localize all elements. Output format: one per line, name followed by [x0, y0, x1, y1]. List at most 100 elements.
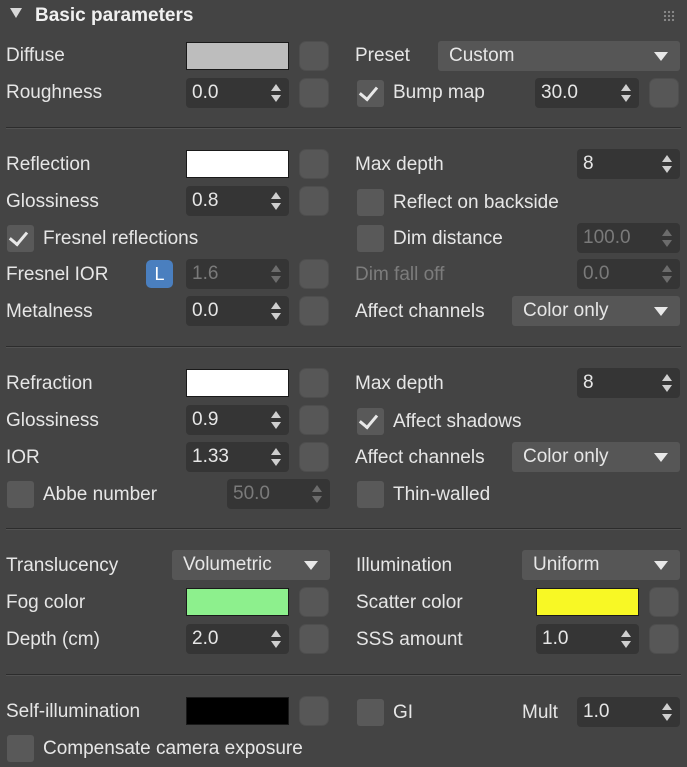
spinner-down-icon[interactable] — [271, 422, 281, 429]
spinner-down-icon[interactable] — [621, 95, 631, 102]
refl-max-depth-value: 8 — [583, 153, 594, 174]
self-illumination-map-button[interactable] — [299, 696, 329, 726]
sss-amount-value: 1.0 — [542, 628, 569, 649]
fresnel-ior-map-button[interactable] — [299, 259, 329, 289]
refl-max-depth-spinner[interactable]: 8 — [577, 149, 680, 179]
translucency-dropdown[interactable]: Volumetric — [172, 550, 330, 580]
depth-spinner[interactable]: 2.0 — [186, 624, 289, 654]
spinner-up-icon[interactable] — [271, 630, 281, 637]
spinner-down-icon[interactable] — [312, 496, 322, 503]
self-illumination-color-swatch[interactable] — [186, 697, 289, 725]
ior-label: IOR — [6, 447, 40, 468]
affect-shadows-checkbox[interactable] — [357, 408, 384, 435]
refraction-color-swatch[interactable] — [186, 369, 289, 397]
drag-grip-icon[interactable] — [663, 10, 675, 22]
spinner-down-icon[interactable] — [662, 240, 672, 247]
refr-max-depth-spinner[interactable]: 8 — [577, 368, 680, 398]
refraction-map-button[interactable] — [299, 368, 329, 398]
refr-glossiness-map-button[interactable] — [299, 405, 329, 435]
spinner-up-icon[interactable] — [271, 448, 281, 455]
abbe-spinner[interactable]: 50.0 — [227, 479, 330, 509]
refl-max-depth-label: Max depth — [355, 154, 444, 175]
ior-map-button[interactable] — [299, 442, 329, 472]
spinner-up-icon[interactable] — [662, 229, 672, 236]
chevron-down-icon — [654, 52, 668, 61]
refl-glossiness-spinner[interactable]: 0.8 — [186, 186, 289, 216]
refl-affect-channels-dropdown[interactable]: Color only — [512, 296, 680, 326]
thin-walled-checkbox[interactable] — [357, 481, 384, 508]
spinner-down-icon[interactable] — [271, 641, 281, 648]
spinner-down-icon[interactable] — [662, 276, 672, 283]
spinner-down-icon[interactable] — [621, 641, 631, 648]
scatter-color-swatch[interactable] — [536, 588, 639, 616]
mult-spinner[interactable]: 1.0 — [577, 697, 680, 727]
fresnel-ior-spinner[interactable]: 1.6 — [186, 259, 289, 289]
rollout-header[interactable]: Basic parameters — [0, 0, 687, 34]
spinner-up-icon[interactable] — [271, 302, 281, 309]
spinner-up-icon[interactable] — [621, 84, 631, 91]
fog-color-map-button[interactable] — [299, 587, 329, 617]
preset-label: Preset — [355, 45, 410, 66]
spinner-up-icon[interactable] — [312, 485, 322, 492]
bump-map-button[interactable] — [649, 78, 679, 108]
reflection-label: Reflection — [6, 154, 91, 175]
spinner-down-icon[interactable] — [271, 203, 281, 210]
roughness-spinner[interactable]: 0.0 — [186, 78, 289, 108]
fresnel-label: Fresnel reflections — [43, 228, 199, 249]
fresnel-ior-lock-button[interactable]: L — [146, 260, 173, 288]
bump-map-checkbox[interactable] — [357, 80, 384, 107]
spinner-up-icon[interactable] — [662, 155, 672, 162]
spinner-up-icon[interactable] — [271, 411, 281, 418]
dim-distance-checkbox[interactable] — [357, 225, 384, 252]
preset-dropdown[interactable]: Custom — [438, 41, 680, 71]
spinner-up-icon[interactable] — [662, 374, 672, 381]
illumination-dropdown[interactable]: Uniform — [522, 550, 680, 580]
reflection-map-button[interactable] — [299, 149, 329, 179]
bump-map-value: 30.0 — [541, 82, 578, 103]
dim-falloff-spinner[interactable]: 0.0 — [577, 259, 680, 289]
refr-affect-channels-dropdown[interactable]: Color only — [512, 442, 680, 472]
spinner-down-icon[interactable] — [271, 276, 281, 283]
spinner-up-icon[interactable] — [621, 630, 631, 637]
spinner-down-icon[interactable] — [662, 714, 672, 721]
roughness-map-button[interactable] — [299, 78, 329, 108]
dim-distance-spinner[interactable]: 100.0 — [577, 223, 680, 253]
abbe-label: Abbe number — [43, 484, 158, 505]
abbe-checkbox[interactable] — [7, 481, 34, 508]
spinner-up-icon[interactable] — [271, 192, 281, 199]
refr-affect-channels-label: Affect channels — [355, 447, 485, 468]
fog-color-swatch[interactable] — [186, 588, 289, 616]
compensate-exposure-checkbox[interactable] — [7, 735, 34, 762]
refr-glossiness-spinner[interactable]: 0.9 — [186, 405, 289, 435]
spinner-down-icon[interactable] — [662, 166, 672, 173]
spinner-down-icon[interactable] — [271, 95, 281, 102]
spinner-down-icon[interactable] — [271, 313, 281, 320]
spinner-down-icon[interactable] — [662, 385, 672, 392]
refl-glossiness-map-button[interactable] — [299, 186, 329, 216]
gi-checkbox[interactable] — [357, 699, 384, 726]
spinner-up-icon[interactable] — [662, 265, 672, 272]
fresnel-checkbox[interactable] — [7, 225, 34, 252]
reflection-color-swatch[interactable] — [186, 150, 289, 178]
chevron-down-icon — [654, 453, 668, 462]
spinner-up-icon[interactable] — [271, 265, 281, 272]
diffuse-map-button[interactable] — [299, 41, 329, 71]
ior-spinner[interactable]: 1.33 — [186, 442, 289, 472]
metalness-spinner[interactable]: 0.0 — [186, 296, 289, 326]
bump-map-spinner[interactable]: 30.0 — [535, 78, 639, 108]
metalness-map-button[interactable] — [299, 296, 329, 326]
spinner-down-icon[interactable] — [271, 459, 281, 466]
scatter-color-map-button[interactable] — [649, 587, 679, 617]
separator — [6, 346, 681, 348]
spinner-up-icon[interactable] — [271, 84, 281, 91]
collapse-arrow-icon[interactable] — [10, 8, 22, 18]
depth-label: Depth (cm) — [6, 629, 100, 650]
sss-amount-map-button[interactable] — [649, 624, 679, 654]
ior-value: 1.33 — [192, 446, 229, 467]
spinner-up-icon[interactable] — [662, 703, 672, 710]
sss-amount-spinner[interactable]: 1.0 — [536, 624, 639, 654]
refl-glossiness-label: Glossiness — [6, 191, 99, 212]
diffuse-color-swatch[interactable] — [186, 42, 289, 70]
depth-map-button[interactable] — [299, 624, 329, 654]
reflect-backside-checkbox[interactable] — [357, 189, 384, 216]
